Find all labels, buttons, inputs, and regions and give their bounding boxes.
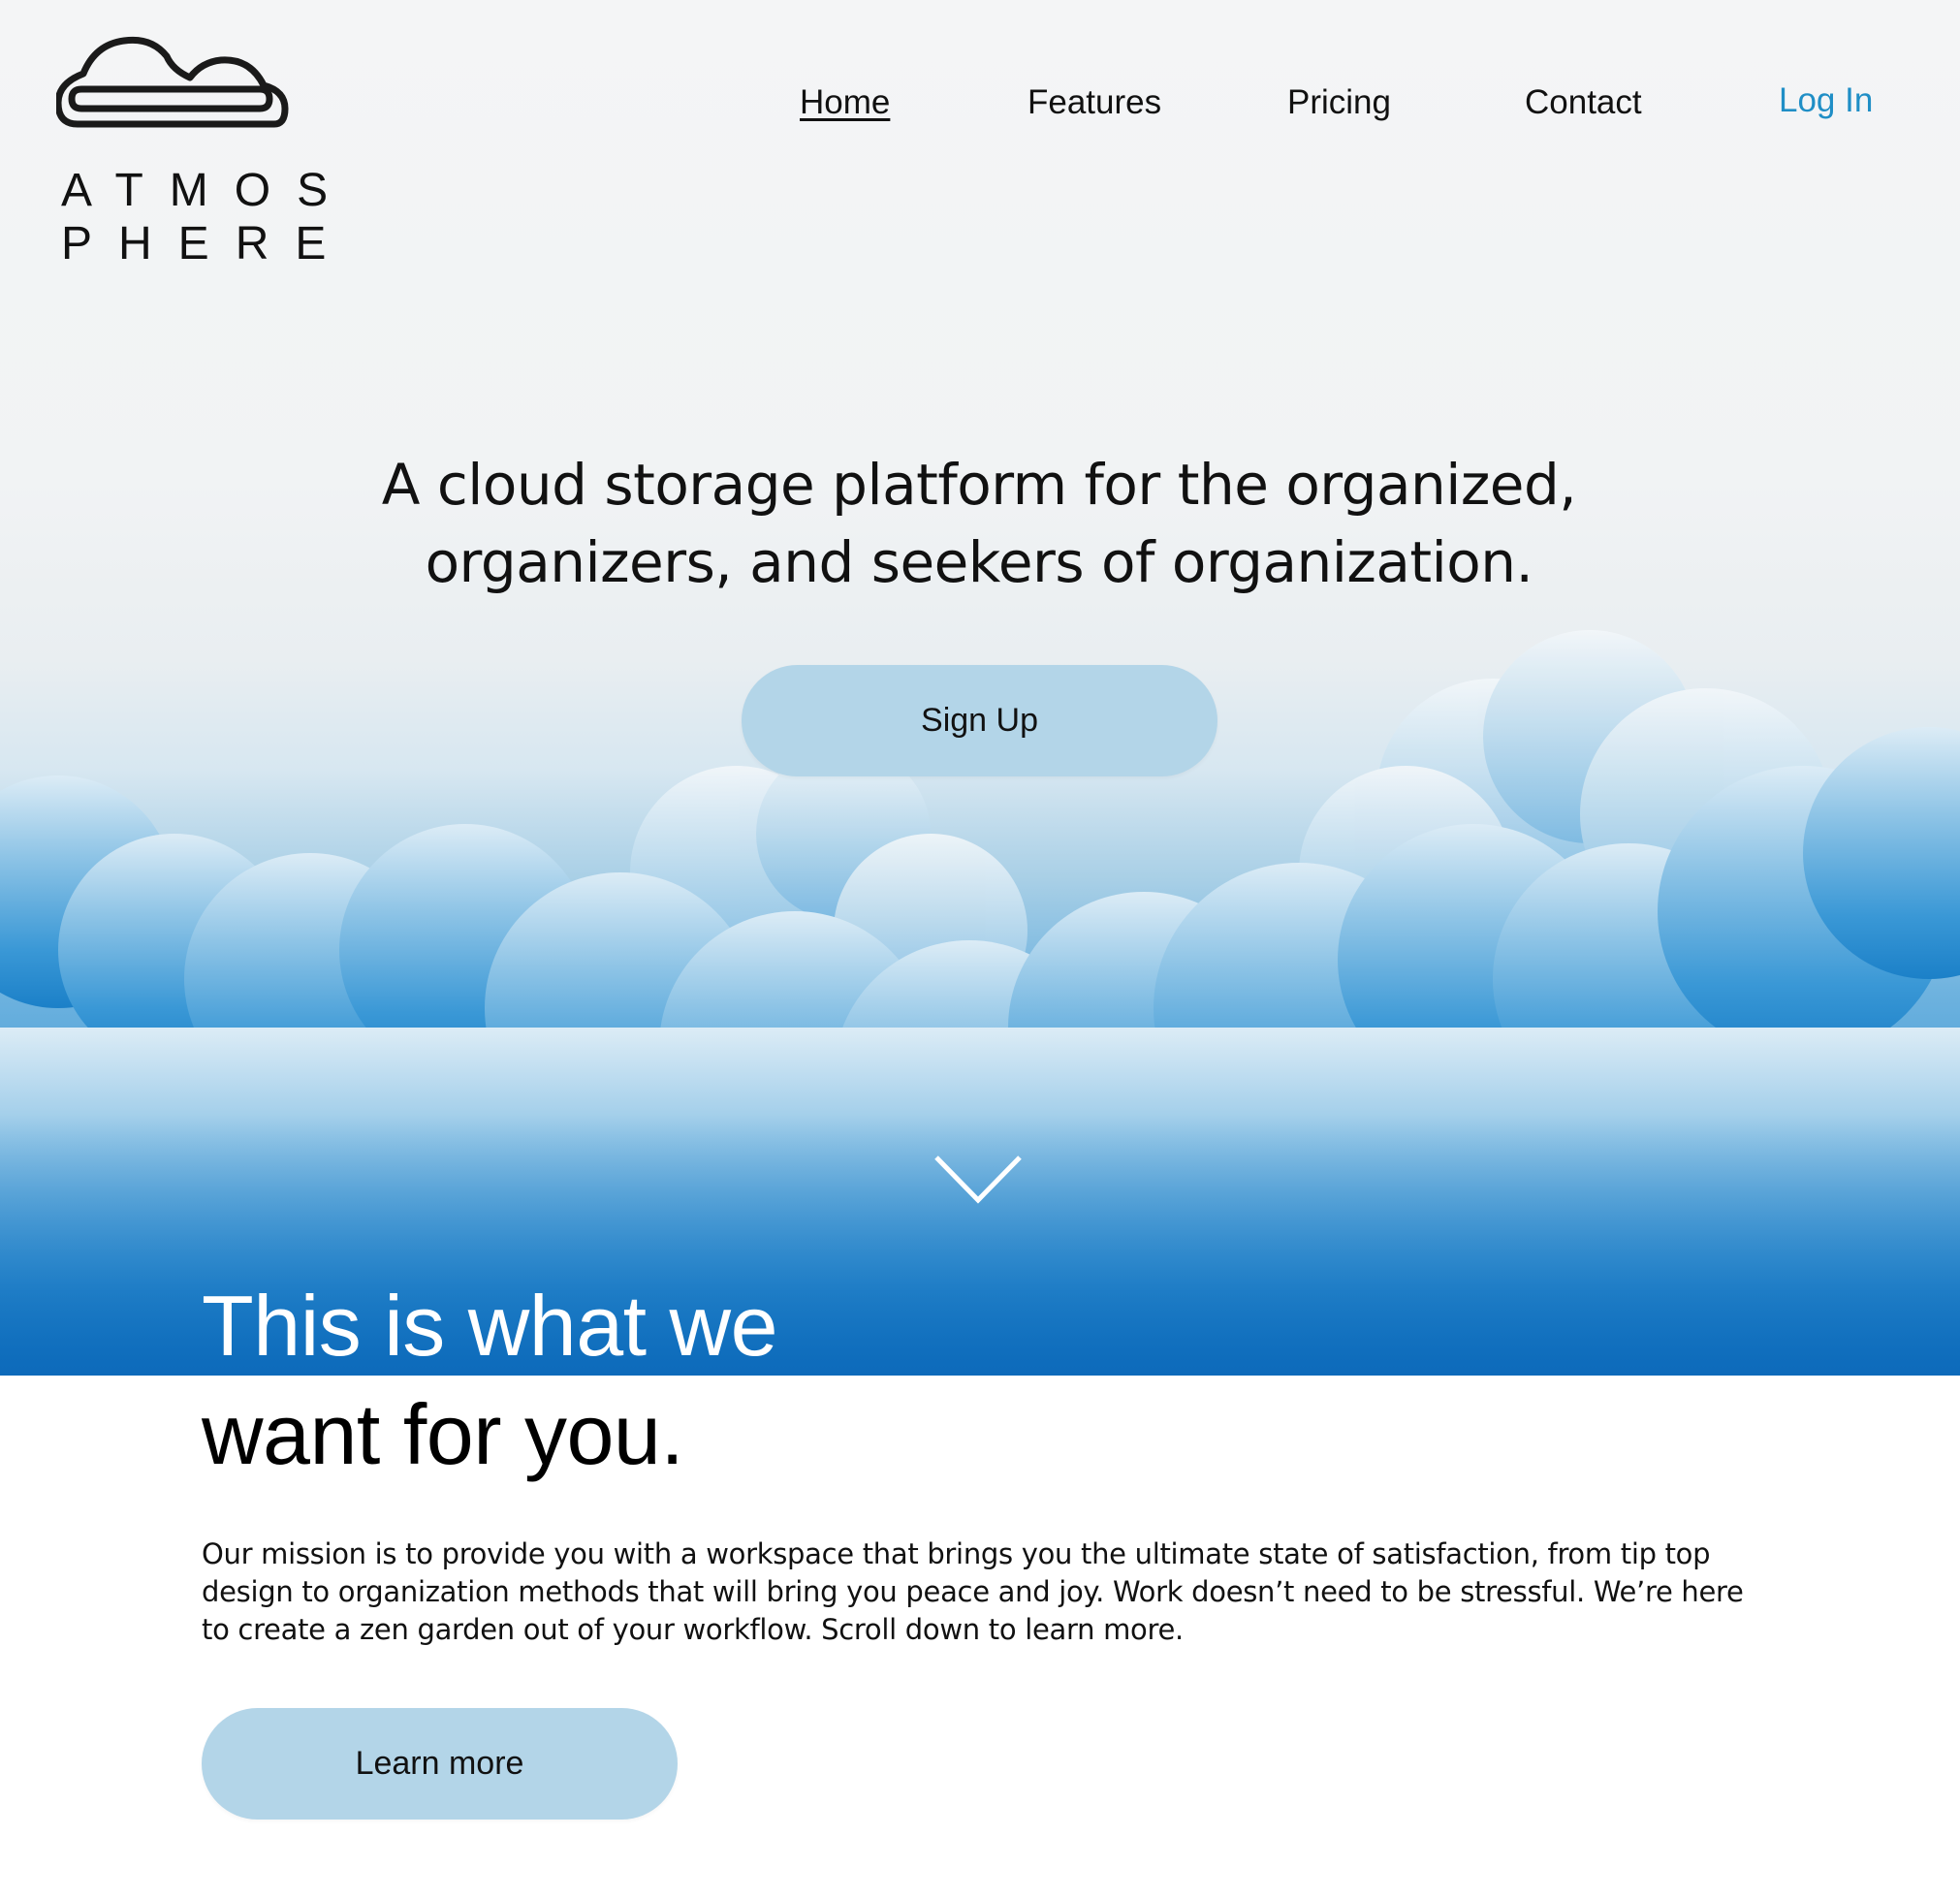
- mission-line1: Our mission is to provide you with a wor…: [202, 1537, 1711, 1570]
- cloud-icon: [56, 36, 289, 128]
- hero-tagline: A cloud storage platform for the organiz…: [252, 446, 1706, 601]
- sign-up-button[interactable]: Sign Up: [742, 665, 1217, 776]
- mission-line2: design to organization methods that will…: [202, 1575, 1744, 1608]
- nav-pricing-link[interactable]: Pricing: [1287, 85, 1391, 119]
- hero-tagline-line1: A cloud storage platform for the organiz…: [381, 452, 1577, 518]
- nav-features-link[interactable]: Features: [1027, 85, 1161, 119]
- nav-home-link[interactable]: Home: [800, 85, 890, 119]
- brand-name-line2: PHERE: [61, 218, 353, 269]
- nav-contact-link[interactable]: Contact: [1525, 85, 1642, 119]
- hero-section: ATMOS PHERE Home Features Pricing Contac…: [0, 0, 1960, 1376]
- chevron-down-icon[interactable]: [933, 1152, 1024, 1208]
- mission-paragraph: Our mission is to provide you with a wor…: [202, 1535, 1744, 1649]
- section-heading-line1: This is what we: [202, 1278, 778, 1374]
- brand-name-line1: ATMOS: [61, 165, 355, 216]
- login-link[interactable]: Log In: [1779, 83, 1873, 117]
- mission-line3: to create a zen garden out of your workf…: [202, 1613, 1184, 1646]
- section-heading-line2: want for you.: [202, 1386, 684, 1482]
- learn-more-button[interactable]: Learn more: [202, 1708, 678, 1820]
- brand-logo[interactable]: ATMOS PHERE: [56, 35, 328, 268]
- hero-tagline-line2: organizers, and seekers of organization.: [425, 529, 1533, 595]
